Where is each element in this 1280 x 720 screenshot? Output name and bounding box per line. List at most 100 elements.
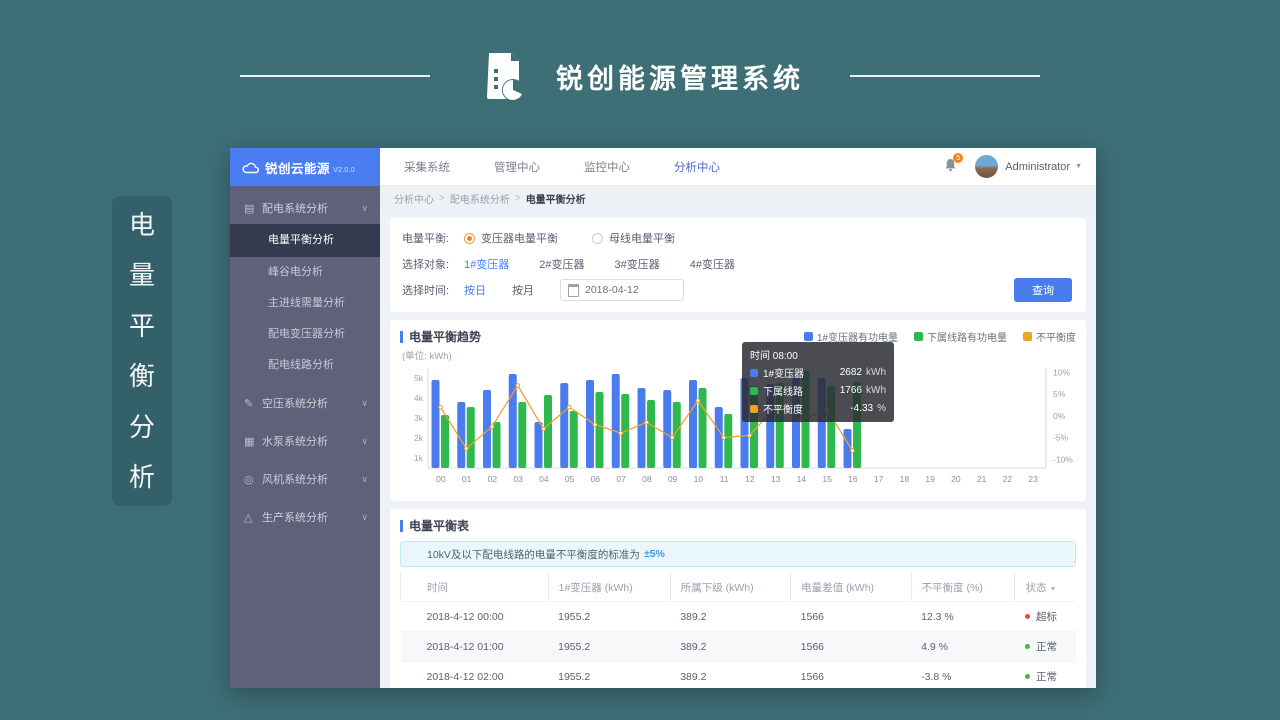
balance-radio-option[interactable]: 母线电量平衡	[592, 230, 675, 246]
sidebar-item[interactable]: 配电线路分析	[230, 350, 380, 381]
date-picker[interactable]: 2018-04-12	[560, 279, 684, 301]
object-row: 选择对象: 1#变压器2#变压器3#变压器4#变压器	[402, 251, 1074, 277]
sidebar-group-1[interactable]: ▤配电系统分析∨	[230, 192, 380, 224]
x-tick: 19	[925, 474, 935, 484]
right-tick: 5%	[1053, 389, 1066, 399]
date-value: 2018-04-12	[585, 284, 639, 296]
sidebar-item[interactable]: 电量平衡分析	[230, 224, 380, 257]
time-mode-option[interactable]: 按月	[512, 282, 534, 298]
sidebar-group-2[interactable]: ✎空压系统分析∨	[230, 387, 380, 419]
chart-bar	[560, 383, 568, 468]
app-logo[interactable]: 锐创云能源 V2.0.0	[230, 148, 380, 186]
balance-radio-option[interactable]: 变压器电量平衡	[464, 230, 558, 246]
chart-bar	[647, 400, 655, 468]
tooltip-value: 2682	[840, 367, 862, 378]
chart-bar	[844, 429, 852, 468]
side-label-char: 量	[129, 262, 155, 288]
topnav-item[interactable]: 分析中心	[674, 159, 720, 175]
notice-text: 10kV及以下配电线路的电量不平衡度的标准为	[427, 547, 640, 562]
table-column-header[interactable]: 状态▼	[1015, 573, 1076, 602]
x-tick: 01	[462, 474, 472, 484]
sidebar-group-label: 生产系统分析	[262, 509, 361, 525]
x-tick: 08	[642, 474, 652, 484]
standard-notice: 10kV及以下配电线路的电量不平衡度的标准为 ±5%	[400, 541, 1076, 567]
status-dot	[1025, 614, 1030, 619]
table-body: 2018-4-12 00:001955.2389.2156612.3 %超标20…	[401, 602, 1077, 689]
username: Administrator	[1005, 161, 1070, 173]
sidebar-group-3[interactable]: ▦水泵系统分析∨	[230, 425, 380, 457]
legend-item[interactable]: 不平衡度	[1023, 329, 1076, 344]
chart-point	[670, 436, 674, 440]
user-avatar[interactable]	[975, 155, 998, 178]
chart-header: 电量平衡趋势 1#变压器有功电量下属线路有功电量不平衡度	[400, 328, 1076, 345]
table-cell: 1566	[791, 632, 911, 662]
chart-point	[748, 434, 752, 438]
chart-point	[516, 384, 520, 388]
object-option[interactable]: 1#变压器	[464, 256, 509, 272]
sidebar-item[interactable]: 配电变压器分析	[230, 319, 380, 350]
topnav-item[interactable]: 监控中心	[584, 159, 630, 175]
balance-table-card: 电量平衡表 10kV及以下配电线路的电量不平衡度的标准为 ±5% 时间1#变压器…	[390, 509, 1086, 688]
legend-swatch	[804, 332, 813, 341]
chevron-down-icon: ∨	[361, 512, 368, 523]
table-column-header: 所属下级 (kWh)	[670, 573, 790, 602]
document-report-icon	[476, 49, 530, 103]
balance-trend-chart: 1k2k3k4k5k10%5%0%-5%-10%0001020304050607…	[400, 362, 1080, 496]
calendar-icon	[568, 284, 579, 297]
object-option[interactable]: 4#变压器	[690, 256, 735, 272]
breadcrumb-item[interactable]: 分析中心	[394, 191, 434, 206]
sidebar-group-4[interactable]: ◎风机系统分析∨	[230, 463, 380, 495]
tooltip-rows: 1#变压器2682kWh下属线路1766kWh不平衡度-4.33%	[750, 365, 886, 416]
compressor-icon: ✎	[244, 397, 262, 410]
topnav-item[interactable]: 采集系统	[404, 159, 450, 175]
legend-item[interactable]: 下属线路有功电量	[914, 329, 1007, 344]
topnav-item[interactable]: 管理中心	[494, 159, 540, 175]
tooltip-swatch	[750, 387, 758, 395]
chart-bar	[493, 422, 501, 468]
distribution-icon: ▤	[244, 202, 262, 215]
sidebar-group-label: 风机系统分析	[262, 471, 361, 487]
table-cell: 1566	[791, 662, 911, 689]
chart-point	[619, 431, 623, 435]
x-tick: 02	[488, 474, 498, 484]
x-tick: 12	[745, 474, 755, 484]
chevron-down-icon: ∨	[361, 474, 368, 485]
sidebar-group-5[interactable]: △生产系统分析∨	[230, 501, 380, 533]
content-area: 电量平衡: 变压器电量平衡母线电量平衡 选择对象: 1#变压器2#变压器3#变压…	[380, 210, 1096, 688]
chart-bar	[467, 407, 475, 468]
left-tick: 1k	[414, 453, 424, 463]
side-label-char: 平	[129, 313, 155, 339]
query-button[interactable]: 查询	[1014, 278, 1072, 302]
table-cell: 2018-4-12 01:00	[401, 632, 549, 662]
x-tick: 07	[616, 474, 626, 484]
side-label-char: 衡	[129, 363, 155, 389]
balance-type-options: 变压器电量平衡 母线电量平衡	[464, 230, 709, 246]
side-label-char: 电	[129, 212, 155, 238]
breadcrumb-item[interactable]: 电量平衡分析	[526, 191, 586, 206]
table-column-header: 电量差值 (kWh)	[791, 573, 911, 602]
notification-badge: 5	[953, 153, 963, 163]
object-option[interactable]: 2#变压器	[539, 256, 584, 272]
breadcrumb-separator: >	[439, 193, 445, 204]
time-mode-option[interactable]: 按日	[464, 282, 486, 298]
pump-icon: ▦	[244, 435, 262, 448]
breadcrumb-item[interactable]: 配电系统分析	[450, 191, 510, 206]
chart-point	[439, 405, 443, 409]
user-menu-caret-icon[interactable]: ▼	[1075, 163, 1082, 170]
chart-point	[567, 405, 571, 409]
cloud-icon	[242, 161, 259, 174]
sidebar-item[interactable]: 主进线需量分析	[230, 288, 380, 319]
status-dot	[1025, 644, 1030, 649]
chart-point	[593, 423, 597, 427]
side-label-panel: 电量平衡分析	[112, 196, 172, 506]
object-option[interactable]: 3#变压器	[615, 256, 660, 272]
chart-bar	[638, 388, 646, 468]
chart-point	[490, 425, 494, 429]
table-cell: -3.8 %	[911, 662, 1015, 689]
sidebar-item[interactable]: 峰谷电分析	[230, 257, 380, 288]
notification-bell-icon[interactable]: 5	[944, 158, 957, 175]
x-tick: 13	[771, 474, 781, 484]
status-cell: 正常	[1015, 632, 1076, 662]
production-icon: △	[244, 511, 262, 524]
chart-point	[851, 449, 855, 453]
